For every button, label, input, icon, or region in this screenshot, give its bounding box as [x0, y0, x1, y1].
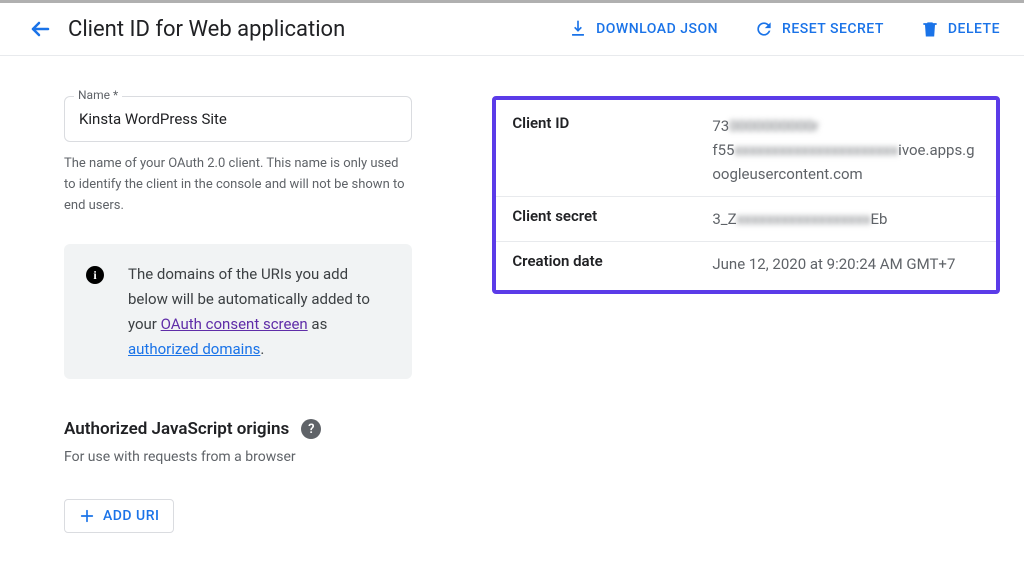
top-bar: Client ID for Web application DOWNLOAD J…	[0, 0, 1024, 56]
info-icon: i	[86, 266, 104, 284]
credentials-box: Client ID 730000000000r f55xxxxxxxxxxxxx…	[492, 96, 1000, 294]
name-field-wrap: Name *	[64, 96, 412, 142]
js-origins-sub: For use with requests from a browser	[64, 449, 412, 465]
arrow-left-icon	[28, 17, 52, 41]
client-id-blur2: xxxxxxxxxxxxxxxxxxxxxx	[734, 141, 898, 159]
plus-icon	[79, 508, 95, 524]
trash-icon	[920, 19, 940, 39]
help-icon[interactable]: ?	[301, 419, 321, 439]
js-origins-heading: Authorized JavaScript origins	[64, 419, 289, 439]
oauth-consent-link[interactable]: OAuth consent screen	[161, 315, 308, 333]
client-secret-row: Client secret 3_ZxxxxxxxxxxxxxxxxxxEb	[496, 197, 996, 242]
page-title: Client ID for Web application	[68, 17, 345, 42]
right-column: Client ID 730000000000r f55xxxxxxxxxxxxx…	[492, 96, 1000, 533]
reset-secret-button[interactable]: RESET SECRET	[754, 19, 884, 39]
delete-button[interactable]: DELETE	[920, 19, 1000, 39]
info-mid: as	[308, 315, 328, 333]
reset-secret-label: RESET SECRET	[782, 21, 884, 37]
client-id-value: 730000000000r f55xxxxxxxxxxxxxxxxxxxxxxi…	[712, 114, 980, 186]
name-field-label: Name *	[74, 88, 122, 102]
creation-date-row: Creation date June 12, 2020 at 9:20:24 A…	[496, 242, 996, 286]
client-secret-blur: xxxxxxxxxxxxxxxxxx	[737, 210, 871, 228]
client-secret-value: 3_ZxxxxxxxxxxxxxxxxxxEb	[712, 207, 980, 231]
authorized-domains-link[interactable]: authorized domains	[128, 340, 260, 358]
creation-date-label: Creation date	[512, 252, 712, 270]
name-helper-text: The name of your OAuth 2.0 client. This …	[64, 154, 412, 216]
client-id-label: Client ID	[512, 114, 712, 132]
info-post: .	[260, 340, 264, 358]
creation-date-value: June 12, 2020 at 9:20:24 AM GMT+7	[712, 252, 980, 276]
content-area: Name * The name of your OAuth 2.0 client…	[0, 56, 1024, 533]
client-id-prefix: 73	[712, 117, 729, 135]
add-uri-label: ADD URI	[103, 508, 159, 524]
delete-label: DELETE	[948, 21, 1000, 37]
add-uri-button[interactable]: ADD URI	[64, 499, 174, 533]
client-id-row: Client ID 730000000000r f55xxxxxxxxxxxxx…	[496, 104, 996, 197]
back-button[interactable]	[24, 13, 56, 45]
refresh-icon	[754, 19, 774, 39]
info-text: The domains of the URIs you add below wi…	[128, 262, 390, 361]
client-id-prefix2: f55	[712, 141, 734, 159]
left-column: Name * The name of your OAuth 2.0 client…	[64, 96, 412, 533]
client-secret-label: Client secret	[512, 207, 712, 225]
download-icon	[568, 19, 588, 39]
download-json-label: DOWNLOAD JSON	[596, 21, 718, 37]
client-secret-suffix: Eb	[871, 210, 888, 228]
client-secret-prefix: 3_Z	[712, 210, 736, 228]
action-bar: DOWNLOAD JSON RESET SECRET DELETE	[568, 19, 1000, 39]
name-input[interactable]	[64, 96, 412, 142]
client-id-blur1: 0000000000r	[729, 117, 818, 135]
download-json-button[interactable]: DOWNLOAD JSON	[568, 19, 718, 39]
js-origins-heading-row: Authorized JavaScript origins ?	[64, 419, 412, 439]
info-box: i The domains of the URIs you add below …	[64, 244, 412, 379]
